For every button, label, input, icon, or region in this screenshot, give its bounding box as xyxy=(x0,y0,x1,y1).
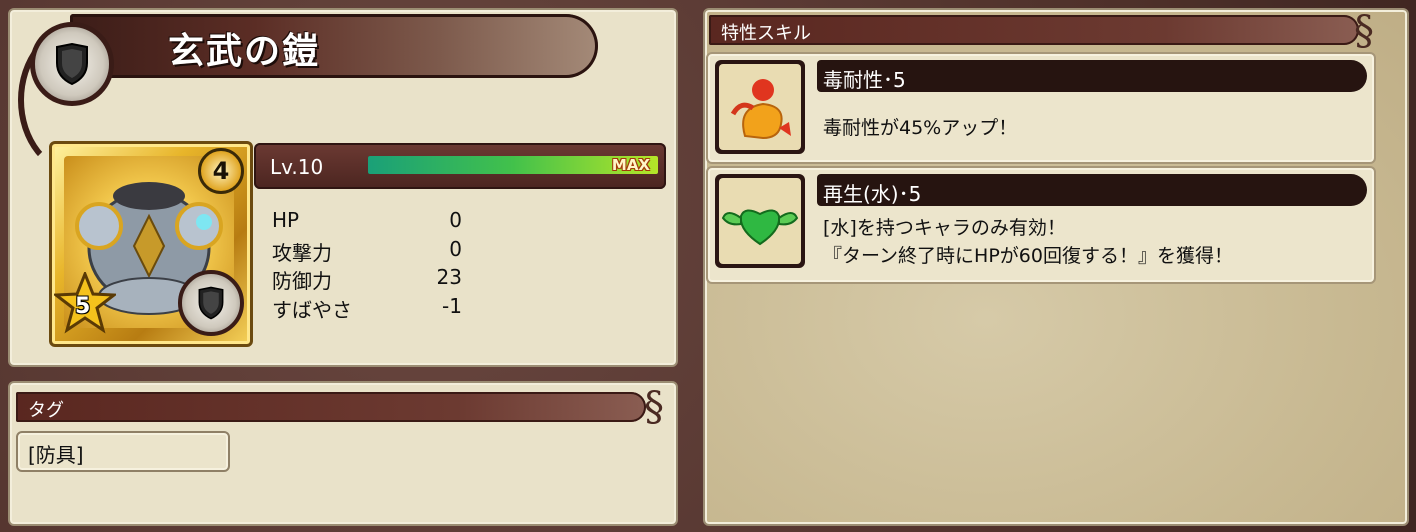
stat-label: HP xyxy=(272,208,300,232)
stat-label: 攻撃力 xyxy=(272,241,332,265)
stat-speed: すばやさ -1 xyxy=(272,294,462,322)
stat-hp: HP 0 xyxy=(272,208,462,234)
tag-header-label: タグ xyxy=(28,400,64,421)
stat-label: 防御力 xyxy=(272,269,332,293)
shield-icon xyxy=(30,22,114,106)
stat-label: すばやさ xyxy=(272,298,352,322)
stat-value: 0 xyxy=(449,237,462,261)
tag-header: タグ xyxy=(16,392,646,422)
poison-resist-icon xyxy=(715,60,805,154)
tag-label: [防具] xyxy=(28,443,84,467)
title-banner xyxy=(70,14,598,78)
stat-value: -1 xyxy=(442,294,462,318)
swirl-ornament-icon: § xyxy=(644,384,664,430)
skill-card[interactable]: 再生(水)･5 [水]を持つキャラのみ有効！ 『ターン終了時にHPが60回復する… xyxy=(706,166,1376,284)
stat-defense: 防御力 23 xyxy=(272,265,462,293)
skill-header-label: 特性スキル xyxy=(721,23,811,44)
skill-description-line: 『ターン終了時にHPが60回復する！』を獲得！ xyxy=(823,245,1233,267)
stat-value: 0 xyxy=(449,208,462,232)
equipment-card[interactable]: 4 5 xyxy=(49,141,253,347)
rarity-badge: 4 xyxy=(198,148,244,194)
item-name: 玄武の鎧 xyxy=(168,31,321,72)
skill-header: 特性スキル xyxy=(709,15,1359,45)
skill-title: 再生(水)･5 xyxy=(823,182,922,206)
skill-title: 毒耐性･5 xyxy=(823,68,906,92)
skill-description: 毒耐性が45%アップ！ xyxy=(823,117,1018,139)
star-count: 5 xyxy=(75,294,91,319)
xp-max-label: MAX xyxy=(611,156,650,174)
skill-description-line: [水]を持つキャラのみ有効！ xyxy=(823,217,1066,239)
tag-chip[interactable]: [防具] xyxy=(16,431,230,472)
skill-title-bar: 毒耐性･5 xyxy=(817,60,1367,92)
stat-value: 23 xyxy=(436,265,462,289)
winged-heart-icon xyxy=(715,174,805,268)
stat-attack: 攻撃力 0 xyxy=(272,237,462,265)
xp-bar: MAX xyxy=(368,156,658,174)
shield-icon xyxy=(178,270,244,336)
swirl-ornament-icon: § xyxy=(1354,8,1374,54)
skill-card[interactable]: 毒耐性･5 毒耐性が45%アップ！ xyxy=(706,52,1376,164)
skill-title-bar: 再生(水)･5 xyxy=(817,174,1367,206)
level-label: Lv.10 xyxy=(270,155,324,179)
